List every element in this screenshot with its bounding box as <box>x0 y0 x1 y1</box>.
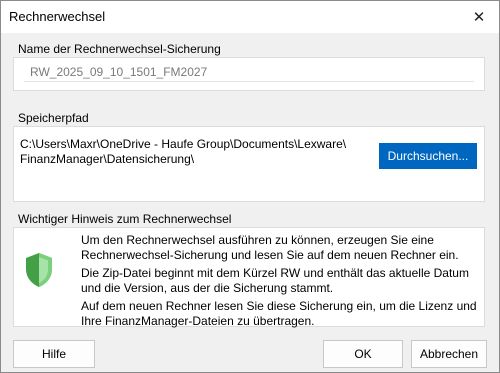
backup-name-body <box>13 57 485 91</box>
close-button[interactable]: ✕ <box>465 3 493 31</box>
rechnerwechsel-dialog: Rechnerwechsel ✕ Name der Rechnerwechsel… <box>0 0 500 373</box>
notice-paragraph: Die Zip-Datei beginnt mit dem Kürzel RW … <box>81 266 469 295</box>
notice-text: Um den Rechnerwechsel ausführen zu könne… <box>81 233 481 332</box>
cancel-button[interactable]: Abbrechen <box>411 340 487 368</box>
storage-path-body: C:\Users\Maxr\OneDrive - Haufe Group\Doc… <box>13 126 485 202</box>
title-bar: Rechnerwechsel ✕ <box>1 1 499 33</box>
notice-paragraph: Auf dem neuen Rechner lesen Sie diese Si… <box>81 299 477 328</box>
close-icon: ✕ <box>472 9 486 26</box>
backup-name-field[interactable] <box>24 62 474 82</box>
storage-path-label: Speicherpfad <box>18 111 89 125</box>
storage-path-value: C:\Users\Maxr\OneDrive - Haufe Group\Doc… <box>20 137 347 166</box>
help-button[interactable]: Hilfe <box>13 340 95 368</box>
shield-icon <box>26 253 52 287</box>
ok-button[interactable]: OK <box>323 340 403 368</box>
notice-body: Um den Rechnerwechsel ausführen zu könne… <box>13 227 485 328</box>
storage-path-group: Speicherpfad C:\Users\Maxr\OneDrive - Ha… <box>13 110 485 202</box>
storage-path-header: Speicherpfad <box>13 110 485 126</box>
backup-name-label: Name der Rechnerwechsel-Sicherung <box>18 42 221 56</box>
notice-group: Wichtiger Hinweis zum Rechnerwechsel Um … <box>13 211 485 328</box>
notice-paragraph: Um den Rechnerwechsel ausführen zu könne… <box>81 233 459 262</box>
window-title: Rechnerwechsel <box>9 9 106 24</box>
backup-name-header: Name der Rechnerwechsel-Sicherung <box>13 41 485 57</box>
backup-name-group: Name der Rechnerwechsel-Sicherung <box>13 41 485 91</box>
notice-header: Wichtiger Hinweis zum Rechnerwechsel <box>13 211 485 227</box>
browse-button[interactable]: Durchsuchen... <box>379 143 477 169</box>
notice-label: Wichtiger Hinweis zum Rechnerwechsel <box>18 212 232 226</box>
